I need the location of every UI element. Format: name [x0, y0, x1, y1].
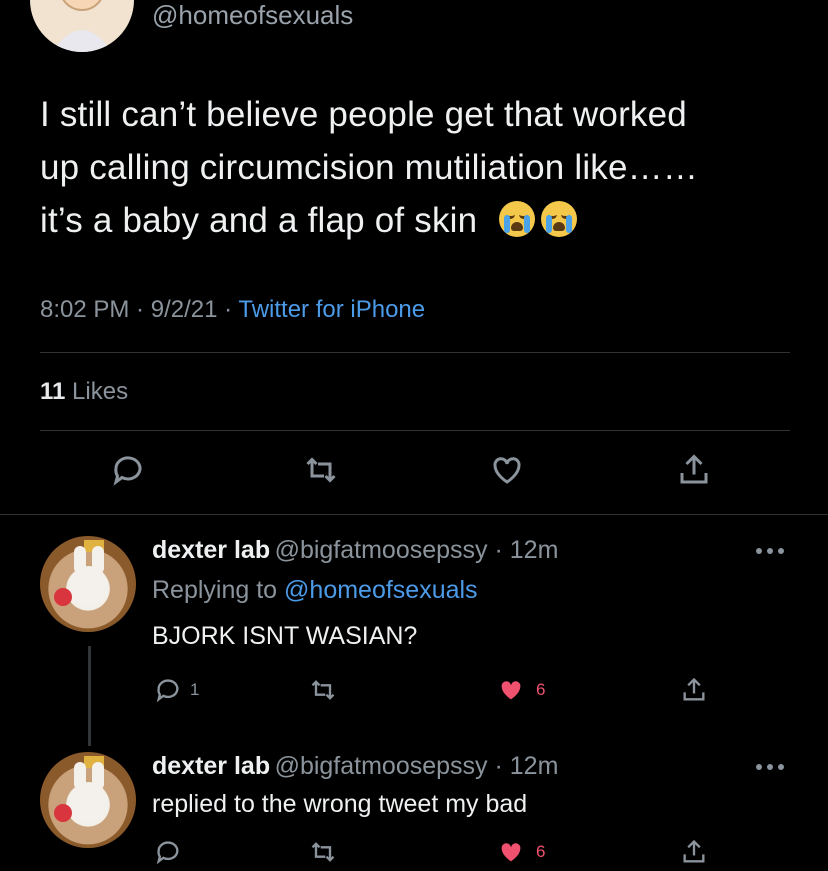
loudly-crying-face-icon — [499, 201, 536, 237]
reply-time: 12m — [509, 536, 559, 564]
like-icon — [501, 843, 521, 862]
more-options-button[interactable] — [754, 536, 786, 562]
divider — [0, 514, 828, 515]
retweet-button[interactable] — [308, 676, 338, 709]
share-button[interactable] — [680, 838, 708, 871]
separator: · — [217, 296, 239, 323]
like-count: 6 — [536, 842, 546, 861]
likes-number: 11 — [40, 378, 66, 405]
like-icon — [493, 457, 521, 484]
share-icon — [680, 454, 708, 484]
more-options-button[interactable] — [754, 752, 786, 778]
author-avatar[interactable] — [30, 0, 134, 52]
reply-text: BJORK ISNT WASIAN? — [152, 622, 418, 650]
like-count: 6 — [536, 680, 546, 699]
like-button[interactable]: 6 — [496, 838, 545, 866]
reply-text: replied to the wrong tweet my bad — [152, 790, 528, 818]
retweet-icon — [306, 457, 336, 483]
loudly-crying-face-icon — [541, 201, 578, 237]
tweet-text-line: I still can’t believe people get that wo… — [40, 95, 687, 134]
share-icon — [683, 839, 705, 863]
divider — [40, 352, 790, 353]
replying-prefix: Replying to — [152, 576, 278, 604]
tweet-text-line: it’s a baby and a flap of skin — [40, 194, 810, 247]
reply-button[interactable]: 1 — [154, 676, 199, 704]
share-button[interactable] — [676, 452, 712, 493]
separator: · — [487, 752, 510, 780]
separator: · — [129, 296, 151, 323]
divider — [40, 430, 790, 431]
reply-time: 12m — [509, 752, 559, 780]
more-icon — [756, 548, 784, 554]
reply-count: 1 — [190, 680, 200, 699]
reply-author-name[interactable]: dexter lab — [152, 752, 270, 780]
like-button[interactable] — [488, 452, 526, 493]
likes-count[interactable]: 11 Likes — [40, 378, 128, 406]
reply-author-handle[interactable]: @bigfatmoosepssy — [275, 752, 488, 780]
replying-to-mention[interactable]: @homeofsexuals — [284, 576, 478, 604]
reply-header: dexter lab @bigfatmoosepssy · 12m — [152, 536, 558, 565]
tweet-text-line: it’s a baby and a flap of skin — [40, 201, 478, 240]
author-handle[interactable]: @homeofsexuals — [152, 0, 353, 31]
like-icon — [501, 681, 521, 700]
tweet-text-line: up calling circumcision mutiliation like… — [40, 148, 699, 187]
retweet-button[interactable] — [302, 452, 340, 493]
tweet-meta: 8:02 PM · 9/2/21 · Twitter for iPhone — [40, 296, 425, 324]
retweet-icon — [311, 680, 335, 700]
more-icon — [756, 764, 784, 770]
likes-label: Likes — [72, 378, 129, 405]
reply-icon — [156, 841, 179, 865]
reply-button[interactable] — [154, 838, 182, 871]
share-button[interactable] — [680, 676, 708, 709]
share-icon — [683, 677, 705, 701]
retweet-button[interactable] — [308, 838, 338, 871]
reply-author-handle[interactable]: @bigfatmoosepssy — [275, 536, 488, 564]
like-button[interactable]: 6 — [496, 676, 545, 704]
tweet-text: I still can’t believe people get that wo… — [40, 88, 810, 247]
thread-line — [88, 646, 91, 746]
separator: · — [487, 536, 510, 564]
tweet-date: 9/2/21 — [150, 296, 218, 323]
reply-button[interactable] — [110, 452, 146, 493]
tweet-source-link[interactable]: Twitter for iPhone — [238, 296, 425, 323]
tweet-time: 8:02 PM — [40, 296, 130, 323]
reply-icon — [156, 679, 179, 703]
reply-header: dexter lab @bigfatmoosepssy · 12m — [152, 752, 558, 781]
replying-to: Replying to @homeofsexuals — [152, 576, 478, 605]
reply-avatar[interactable] — [40, 536, 136, 632]
reply-avatar[interactable] — [40, 752, 136, 848]
reply-icon — [113, 456, 142, 486]
reply-author-name[interactable]: dexter lab — [152, 536, 270, 564]
retweet-icon — [311, 842, 335, 862]
